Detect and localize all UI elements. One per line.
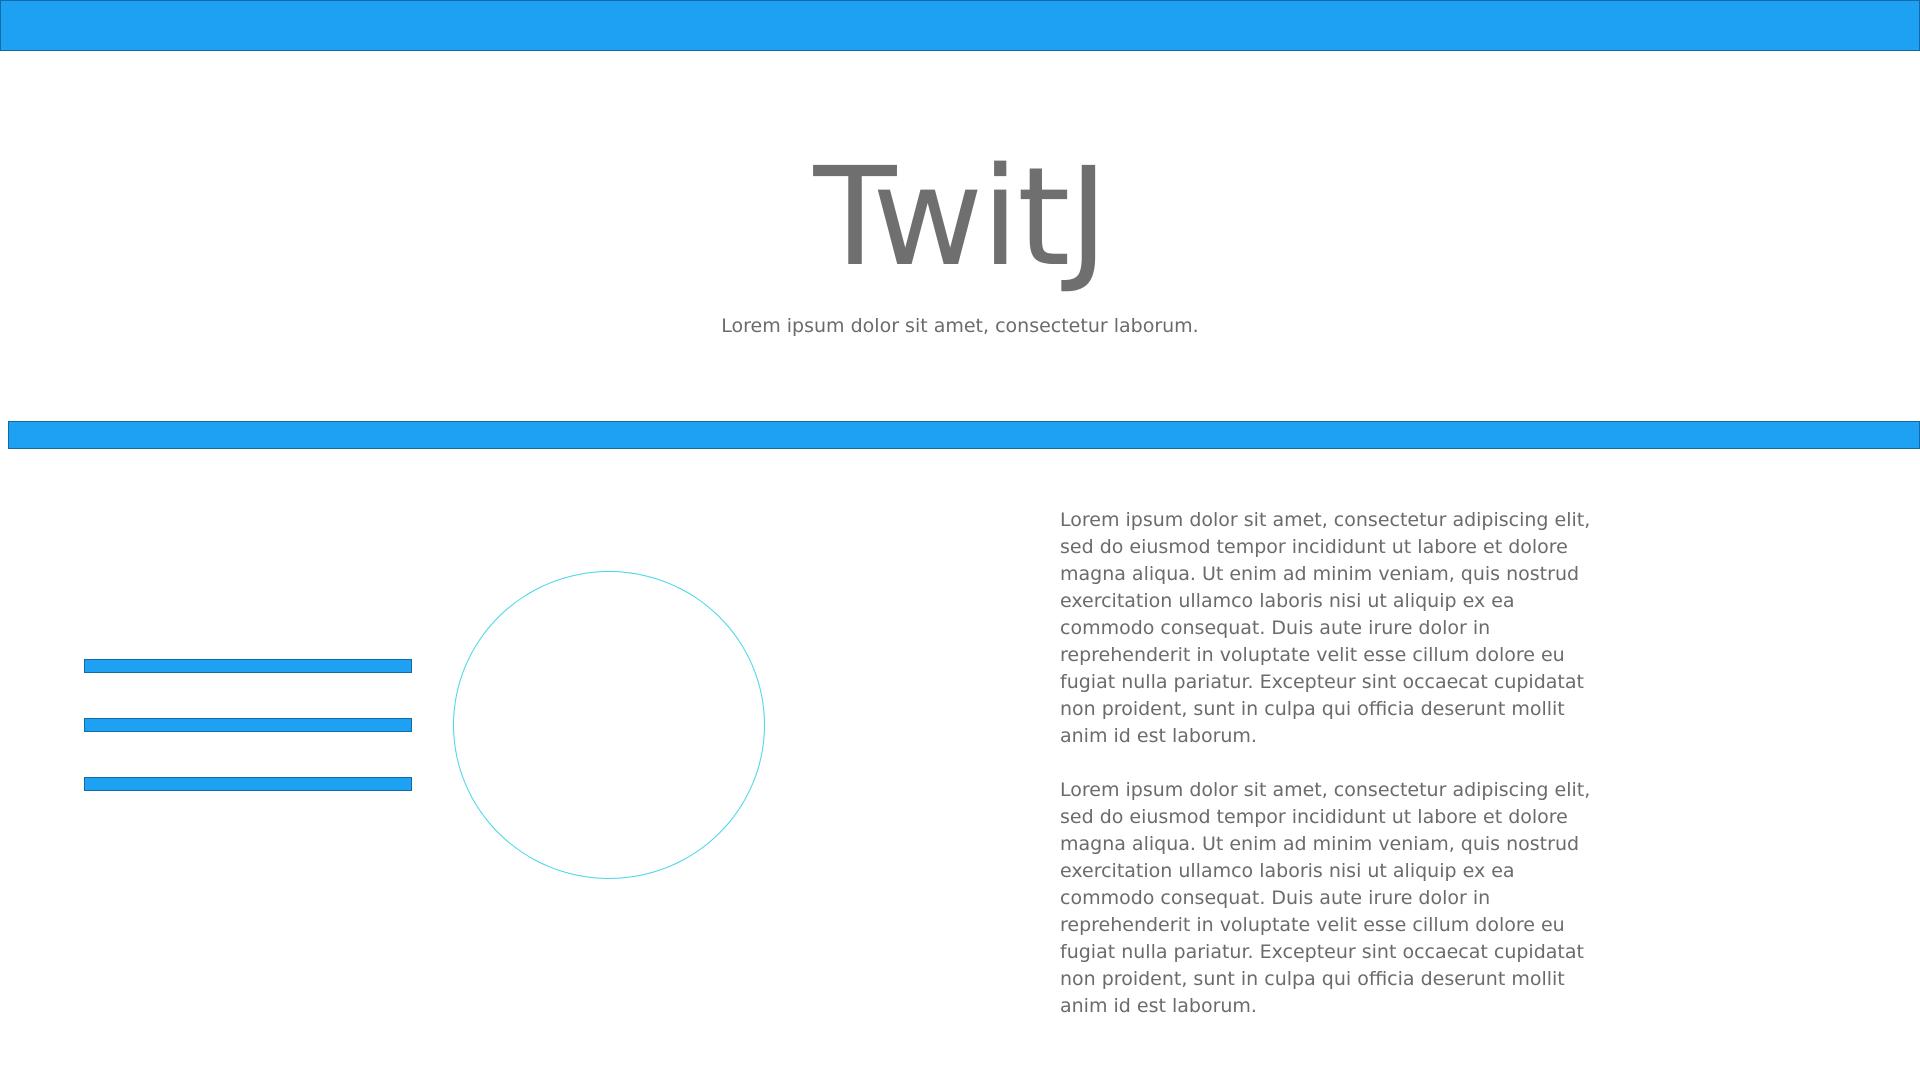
hamburger-menu-icon[interactable]	[84, 659, 412, 836]
content-paragraph: Lorem ipsum dolor sit amet, consectetur …	[1060, 779, 1591, 1017]
circle-image-placeholder	[453, 571, 765, 879]
section-divider-bar	[8, 421, 1920, 449]
menu-line	[84, 718, 412, 732]
top-header-bar	[0, 0, 1920, 51]
hero-section: TwitJ Lorem ipsum dolor sit amet, consec…	[0, 150, 1920, 339]
content-paragraph: Lorem ipsum dolor sit amet, consectetur …	[1060, 509, 1591, 747]
page-title: TwitJ	[813, 139, 1108, 297]
menu-line	[84, 659, 412, 673]
menu-line	[84, 777, 412, 791]
content-text-block: Lorem ipsum dolor sit amet, consectetur …	[1060, 507, 1600, 1047]
hero-tagline: Lorem ipsum dolor sit amet, consectetur …	[721, 315, 1199, 337]
